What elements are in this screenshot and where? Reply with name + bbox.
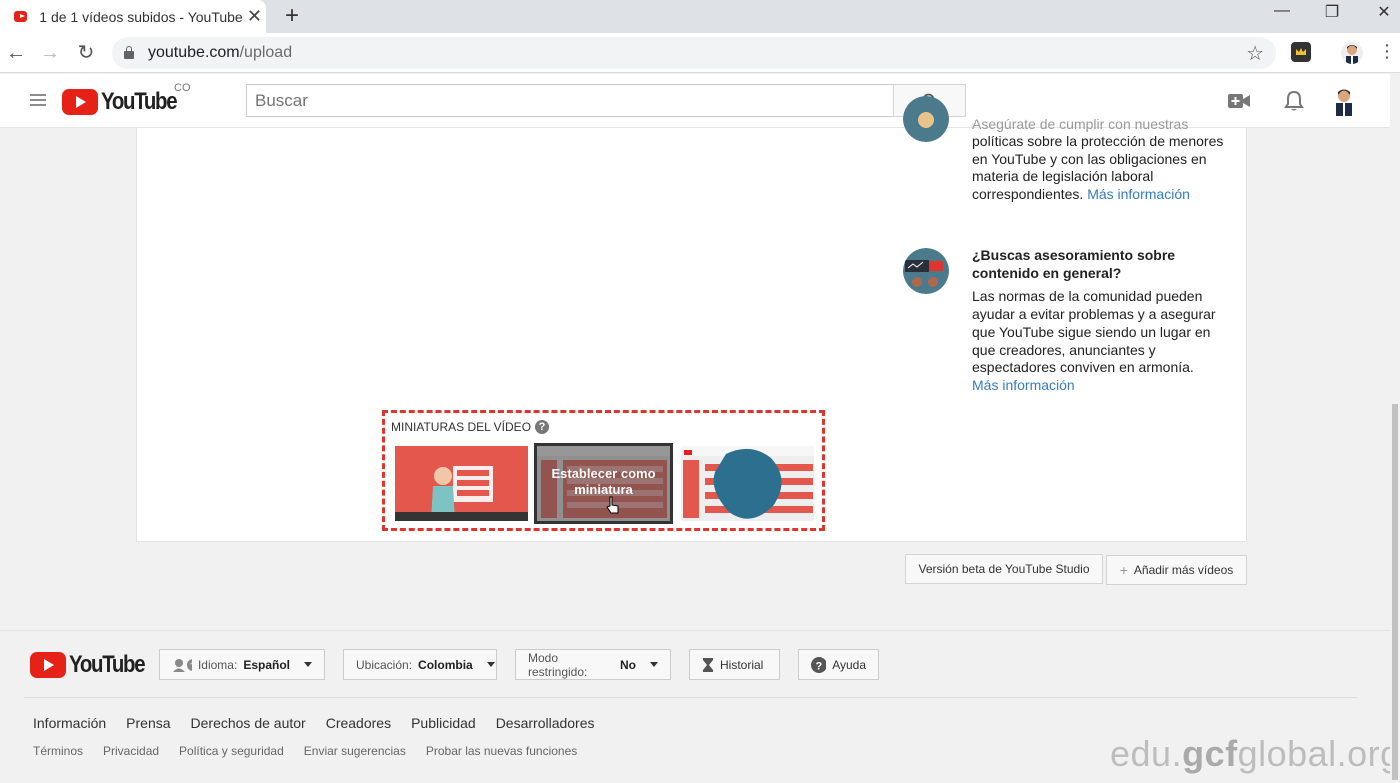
upload-video-icon[interactable]	[1228, 93, 1250, 114]
side-item-1-text: Asegúrate de cumplir con nuestras políti…	[972, 116, 1232, 204]
side-item-2-title: ¿Buscas asesoramiento sobre contenido en…	[972, 247, 1176, 281]
location-caret-icon	[486, 662, 495, 667]
footer-secondary-links: Términos Privacidad Política y seguridad…	[33, 744, 577, 758]
location-value: Colombia	[418, 657, 473, 672]
close-window-icon[interactable]: ✕	[1364, 2, 1400, 22]
history-label: Historial	[720, 657, 764, 672]
footer-link-privacidad[interactable]: Privacidad	[103, 744, 159, 758]
language-dropdown[interactable]: ? Idioma: Español	[159, 649, 325, 680]
add-more-videos-label: Añadir más vídeos	[1133, 563, 1234, 577]
footer-logo-wordmark: YouTube	[69, 651, 146, 678]
youtube-play-icon	[62, 89, 98, 115]
address-bar[interactable]: youtube.com/upload ☆	[112, 37, 1276, 69]
restricted-mode-caret-icon	[650, 662, 658, 667]
location-dropdown[interactable]: Ubicación: Colombia	[343, 649, 497, 680]
add-more-videos-button[interactable]: + Añadir más vídeos	[1106, 555, 1247, 585]
side-item-1-partial-title: Asegúrate de cumplir con nuestras	[972, 116, 1189, 132]
bookmark-star-icon[interactable]: ☆	[1246, 41, 1264, 66]
svg-text:?: ?	[816, 660, 823, 672]
side-item-2-text: ¿Buscas asesoramiento sobre contenido en…	[972, 247, 1232, 395]
footer-link-desarrolladores[interactable]: Desarrolladores	[496, 715, 595, 731]
language-icon: ?	[173, 658, 192, 672]
footer-link-politica[interactable]: Política y seguridad	[179, 744, 284, 758]
extension-crown-icon[interactable]	[1291, 42, 1311, 62]
forward-arrow-icon[interactable]: →	[36, 39, 64, 67]
browser-toolbar: ← → ↻ youtube.com/upload ☆	[0, 33, 1400, 73]
youtube-favicon-icon	[14, 11, 28, 22]
thumbnails-label-text: MINIATURAS DEL VÍDEO	[391, 420, 532, 434]
account-avatar[interactable]	[1331, 86, 1357, 116]
guide-menu-icon[interactable]	[30, 94, 46, 108]
footer-link-prensa[interactable]: Prensa	[126, 715, 170, 731]
child-safety-illustration-icon	[903, 96, 949, 142]
plus-icon: +	[1119, 562, 1128, 578]
location-label: Ubicación:	[356, 657, 413, 672]
country-code: CO	[174, 82, 191, 94]
thumbnail-option-3[interactable]	[681, 446, 814, 521]
new-tab-button[interactable]: +	[280, 2, 304, 30]
gcfglobal-watermark: edu.gcfglobal.org	[1110, 733, 1400, 775]
footer-youtube-play-icon	[30, 652, 66, 678]
lock-icon	[124, 46, 134, 59]
hourglass-icon	[703, 657, 713, 672]
notifications-bell-icon[interactable]	[1284, 90, 1304, 117]
footer-link-creadores[interactable]: Creadores	[326, 715, 391, 731]
side-item-2-more-link[interactable]: Más información	[972, 377, 1232, 395]
help-question-icon[interactable]: ?	[535, 420, 550, 434]
url-path: /upload	[239, 44, 293, 61]
footer-divider	[24, 697, 1358, 698]
language-label: Idioma:	[197, 657, 238, 672]
help-circle-icon: ?	[811, 656, 827, 673]
hand-cursor-icon	[606, 496, 619, 514]
youtube-logo[interactable]: YouTube CO	[62, 82, 191, 116]
minimize-window-icon[interactable]: —	[1262, 2, 1302, 20]
svg-text:?: ?	[190, 661, 192, 671]
thumbnail-option-1[interactable]	[395, 446, 528, 521]
help-label: Ayuda	[832, 657, 866, 672]
restricted-mode-value: No	[620, 657, 636, 672]
logo-wordmark: YouTube	[101, 88, 178, 115]
footer-link-informacion[interactable]: Información	[33, 715, 106, 731]
side-item-2-body: Las normas de la comunidad pueden ayudar…	[972, 288, 1216, 376]
set-as-thumbnail-overlay[interactable]: Establecer como miniatura	[537, 446, 670, 521]
browser-tab[interactable]: 1 de 1 vídeos subidos - YouTube ✕	[0, 0, 266, 33]
back-arrow-icon[interactable]: ←	[2, 39, 30, 67]
reload-icon[interactable]: ↻	[72, 39, 100, 67]
browser-menu-icon[interactable]: ⋮	[1378, 41, 1396, 62]
guidance-illustration-icon	[903, 248, 949, 294]
footer-primary-links: Información Prensa Derechos de autor Cre…	[33, 715, 595, 731]
footer-link-sugerencias[interactable]: Enviar sugerencias	[304, 744, 406, 758]
footer-link-terminos[interactable]: Términos	[33, 744, 83, 758]
history-button[interactable]: Historial	[689, 649, 780, 680]
footer-link-nuevas-funciones[interactable]: Probar las nuevas funciones	[426, 744, 577, 758]
page-scrollbar[interactable]	[1390, 74, 1400, 783]
footer-youtube-logo[interactable]: YouTube	[30, 651, 158, 679]
search-input[interactable]	[246, 84, 894, 117]
tab-title: 1 de 1 vídeos subidos - YouTube	[39, 8, 243, 25]
watermark-brand: gcf	[1182, 733, 1238, 774]
restricted-mode-label: Modo restringido:	[528, 650, 588, 679]
studio-beta-button[interactable]: Versión beta de YouTube Studio	[905, 554, 1103, 584]
language-caret-icon	[304, 662, 312, 667]
restore-window-icon[interactable]: ❐	[1312, 2, 1352, 22]
watermark-suffix: global.org	[1237, 733, 1400, 774]
footer-link-publicidad[interactable]: Publicidad	[411, 715, 476, 731]
help-button[interactable]: ? Ayuda	[798, 649, 879, 680]
watermark-prefix: edu.	[1110, 733, 1183, 774]
side-item-1-more-link[interactable]: Más información	[1087, 186, 1190, 202]
browser-tabstrip: 1 de 1 vídeos subidos - YouTube ✕ + — ❐ …	[0, 0, 1400, 33]
thumbnail-option-2[interactable]: Establecer como miniatura	[534, 443, 673, 524]
thumbnails-section-label: MINIATURAS DEL VÍDEO ?	[391, 420, 550, 434]
restricted-mode-dropdown[interactable]: Modo restringido: No	[515, 649, 671, 680]
url-host: youtube.com	[148, 44, 240, 61]
browser-profile-avatar[interactable]	[1341, 42, 1363, 64]
close-tab-icon[interactable]: ✕	[243, 6, 266, 27]
footer: YouTube ? Idioma: Español Ubicación: Col…	[0, 630, 1400, 783]
footer-link-derechos[interactable]: Derechos de autor	[191, 715, 306, 731]
language-value: Español	[243, 657, 290, 672]
scrollbar-thumb[interactable]	[1392, 404, 1398, 780]
